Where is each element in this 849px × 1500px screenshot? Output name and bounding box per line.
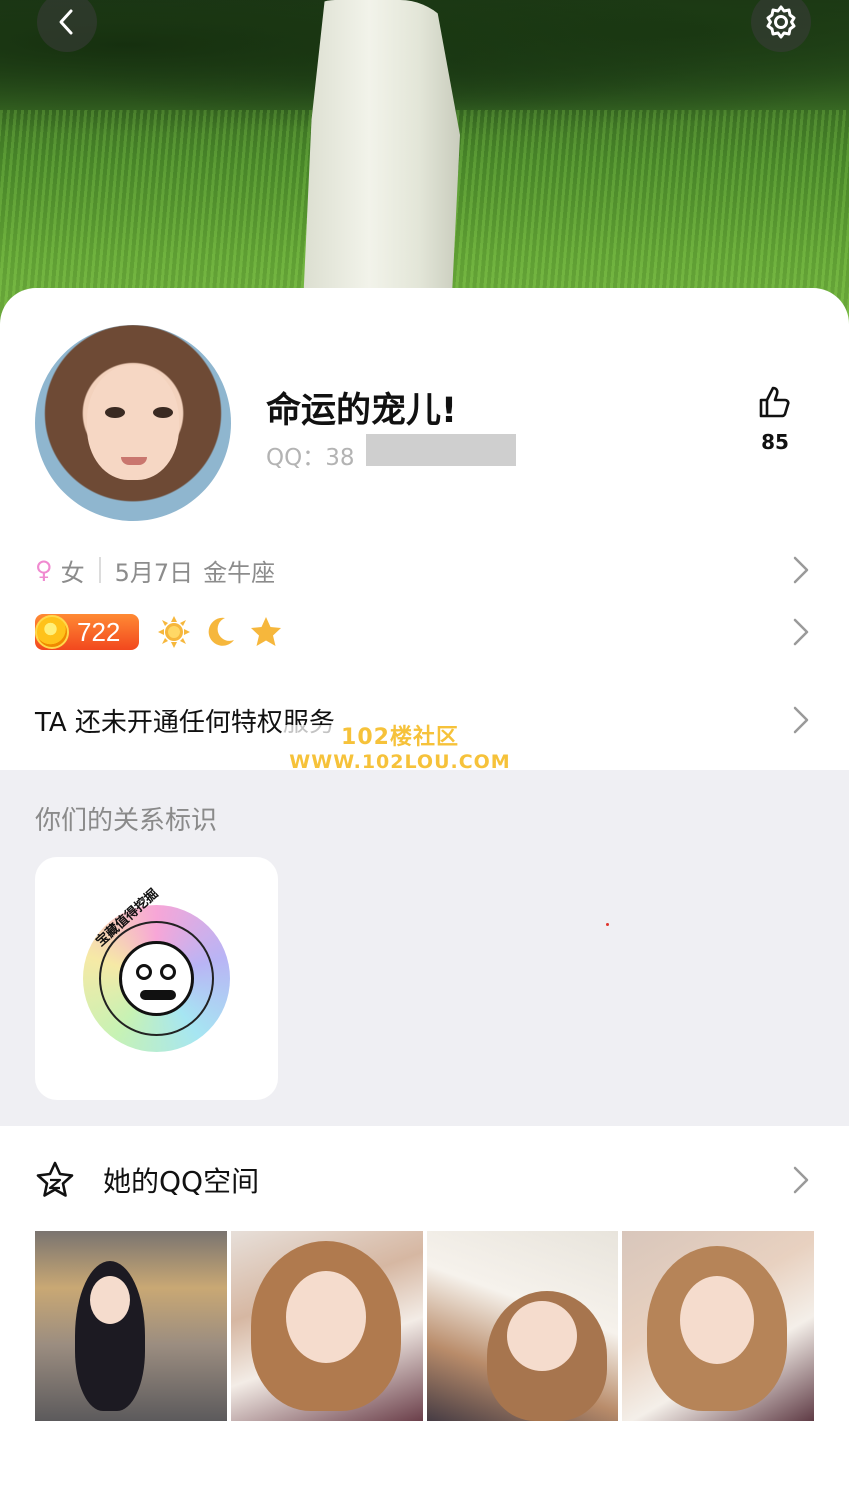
qq-space-photos <box>35 1231 814 1421</box>
space-photo[interactable] <box>230 1231 423 1421</box>
photo-face <box>506 1301 577 1371</box>
basic-info-row[interactable]: ♀ 女 5月7日 金牛座 <box>35 550 814 590</box>
badge-mouth <box>140 990 176 1000</box>
space-photo[interactable] <box>35 1231 227 1421</box>
qq-space-label: 她的QQ空间 <box>103 1165 260 1198</box>
badge-face <box>119 941 194 1016</box>
female-icon: ♀ <box>35 556 53 584</box>
like-button[interactable]: 85 <box>752 384 798 454</box>
watermark-line-1: 102楼社区 <box>341 725 459 750</box>
badge-eye <box>136 964 152 980</box>
avatar-mouth <box>121 457 147 465</box>
zodiac-text: 金牛座 <box>203 558 276 587</box>
chevron-right-icon <box>793 618 809 646</box>
qq-space-row[interactable]: 她的QQ空间 <box>35 1158 814 1202</box>
photo-face <box>90 1276 130 1324</box>
relation-section: 你们的关系标识 宝藏值得挖掘 <box>0 770 849 1126</box>
level-badge: 722 <box>35 614 139 650</box>
relation-badge-card[interactable]: 宝藏值得挖掘 <box>35 857 278 1100</box>
chevron-left-icon <box>59 9 73 35</box>
thumbs-up-icon <box>759 386 790 418</box>
red-dot <box>606 923 609 926</box>
chevron-right-icon <box>793 706 809 734</box>
site-watermark: 102楼社区 WWW.102LOU.COM <box>284 725 516 775</box>
divider <box>98 557 101 583</box>
gear-icon <box>766 5 796 39</box>
qq-number-redaction <box>366 434 516 466</box>
badge-eye <box>160 964 176 980</box>
birthday-text: 5月7日 <box>114 558 194 587</box>
moon-icon <box>208 617 234 646</box>
chevron-right-icon <box>793 556 809 584</box>
coin-icon <box>35 615 69 649</box>
chevron-right-icon <box>793 1166 809 1194</box>
space-photo[interactable] <box>426 1231 619 1421</box>
level-row[interactable]: 722 <box>35 612 814 652</box>
profile-card: 命运的宠儿! QQ：38 85 ♀ 女 5月7日 金牛座 722 TA 还未开通… <box>0 288 849 1500</box>
avatar-eye <box>105 407 125 418</box>
sun-icon <box>158 616 190 648</box>
nickname: 命运的宠儿! <box>266 391 457 431</box>
avatar[interactable] <box>35 325 231 521</box>
level-number: 722 <box>77 616 121 647</box>
star-outline-icon <box>36 1161 74 1197</box>
star-icon <box>251 617 281 646</box>
photo-face <box>285 1271 366 1363</box>
qq-number: QQ：38 <box>266 445 355 471</box>
space-photo[interactable] <box>622 1231 814 1421</box>
avatar-eye <box>153 407 173 418</box>
level-icons <box>157 615 283 649</box>
photo-face <box>680 1276 755 1364</box>
gender-text: 女 <box>60 558 85 587</box>
like-count: 85 <box>761 430 789 454</box>
relation-badge-icon: 宝藏值得挖掘 <box>83 886 230 1052</box>
relation-title: 你们的关系标识 <box>35 806 218 836</box>
